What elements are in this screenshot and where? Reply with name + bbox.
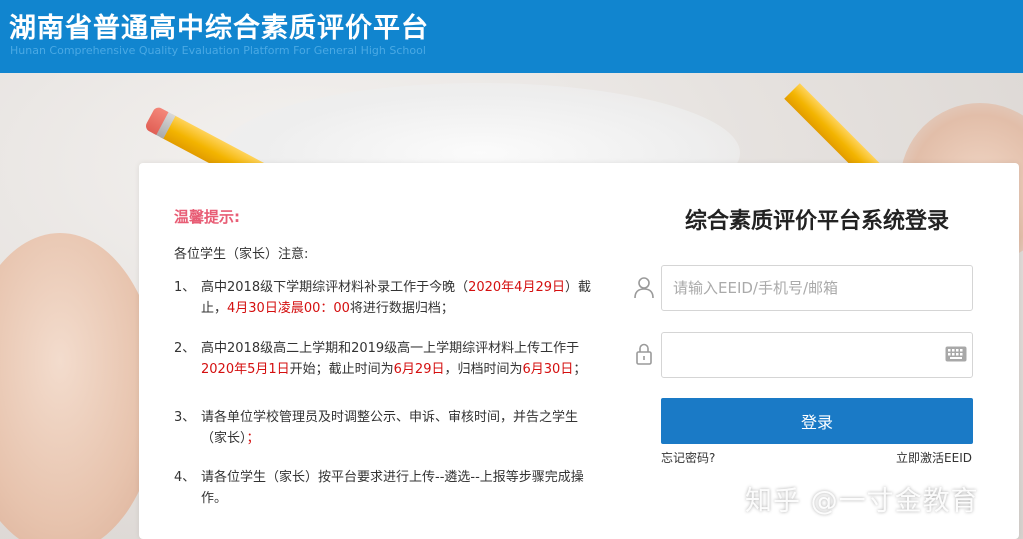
notice-item-text: 高中2018级下学期综评材料补录工作于今晚（2020年4月29日）截止，4月30… (201, 277, 594, 319)
notice-intro: 各位学生（家长）注意: (174, 247, 309, 262)
notice-item-number: 2、 (174, 341, 196, 356)
background-hand (0, 233, 160, 539)
notice-segment-text: 开始；截止时间为 (289, 362, 394, 377)
notice-item-number: 3、 (174, 410, 196, 425)
notice-item: 1、 高中2018级下学期综评材料补录工作于今晚（2020年4月29日）截止，4… (174, 277, 594, 319)
platform-subtitle: Hunan Comprehensive Quality Evaluation P… (10, 44, 426, 57)
notice-item-number: 1、 (174, 280, 196, 295)
notice-highlight-text: ； (246, 431, 260, 446)
user-icon (634, 277, 654, 299)
notice-item-number: 4、 (174, 470, 196, 485)
notice-segment-text: ，归档时间为 (444, 362, 523, 377)
notice-segment-text: 高中2018级高二上学期和2019级高一上学期综评材料上传工作于 (201, 341, 580, 356)
lock-icon (636, 343, 652, 365)
notice-highlight-text: 6月30日 (522, 362, 574, 377)
platform-title: 湖南省普通高中综合素质评价平台 (9, 13, 429, 44)
forgot-password-link[interactable]: 忘记密码? (661, 449, 715, 466)
notice-highlight-text: 2020年4月29日 (468, 280, 565, 295)
login-title: 综合素质评价平台系统登录 (684, 209, 949, 234)
login-button[interactable]: 登录 (661, 398, 973, 444)
notice-segment-text: 高中2018级下学期综评材料补录工作于今晚（ (201, 280, 469, 295)
watermark-text: 知乎 @一寸金教育 (745, 486, 979, 517)
top-header-bar: 湖南省普通高中综合素质评价平台 Hunan Comprehensive Qual… (0, 0, 1023, 73)
notice-segment-text: 请各位学生（家长）按平台要求进行上传--遴选--上报等步骤完成操作。 (201, 470, 584, 506)
notice-highlight-text: 6月29日 (393, 362, 445, 377)
notice-item-text: 高中2018级高二上学期和2019级高一上学期综评材料上传工作于 2020年5月1… (201, 338, 594, 380)
tips-heading: 温馨提示: (174, 208, 240, 226)
activate-eeid-link[interactable]: 立即激活EEID (896, 449, 972, 466)
notice-item-text: 请各单位学校管理员及时调整公示、申诉、审核时间，并告之学生（家长）； (201, 407, 594, 449)
notice-highlight-text: 2020年5月1日 (201, 362, 290, 377)
notice-item: 2、 高中2018级高二上学期和2019级高一上学期综评材料上传工作于 2020年… (174, 338, 594, 380)
notice-item-text: 请各位学生（家长）按平台要求进行上传--遴选--上报等步骤完成操作。 (201, 467, 594, 509)
keyboard-icon[interactable] (945, 346, 967, 362)
notice-segment-text: 将进行数据归档； (349, 301, 454, 316)
notice-item: 4、 请各位学生（家长）按平台要求进行上传--遴选--上报等步骤完成操作。 (174, 467, 594, 509)
notice-highlight-text: 4月30日凌晨00：00 (227, 301, 350, 316)
notice-item: 3、 请各单位学校管理员及时调整公示、申诉、审核时间，并告之学生（家长）； (174, 407, 594, 449)
notice-segment-text: ； (573, 362, 587, 377)
password-input[interactable] (661, 332, 973, 378)
username-input[interactable] (661, 265, 973, 311)
